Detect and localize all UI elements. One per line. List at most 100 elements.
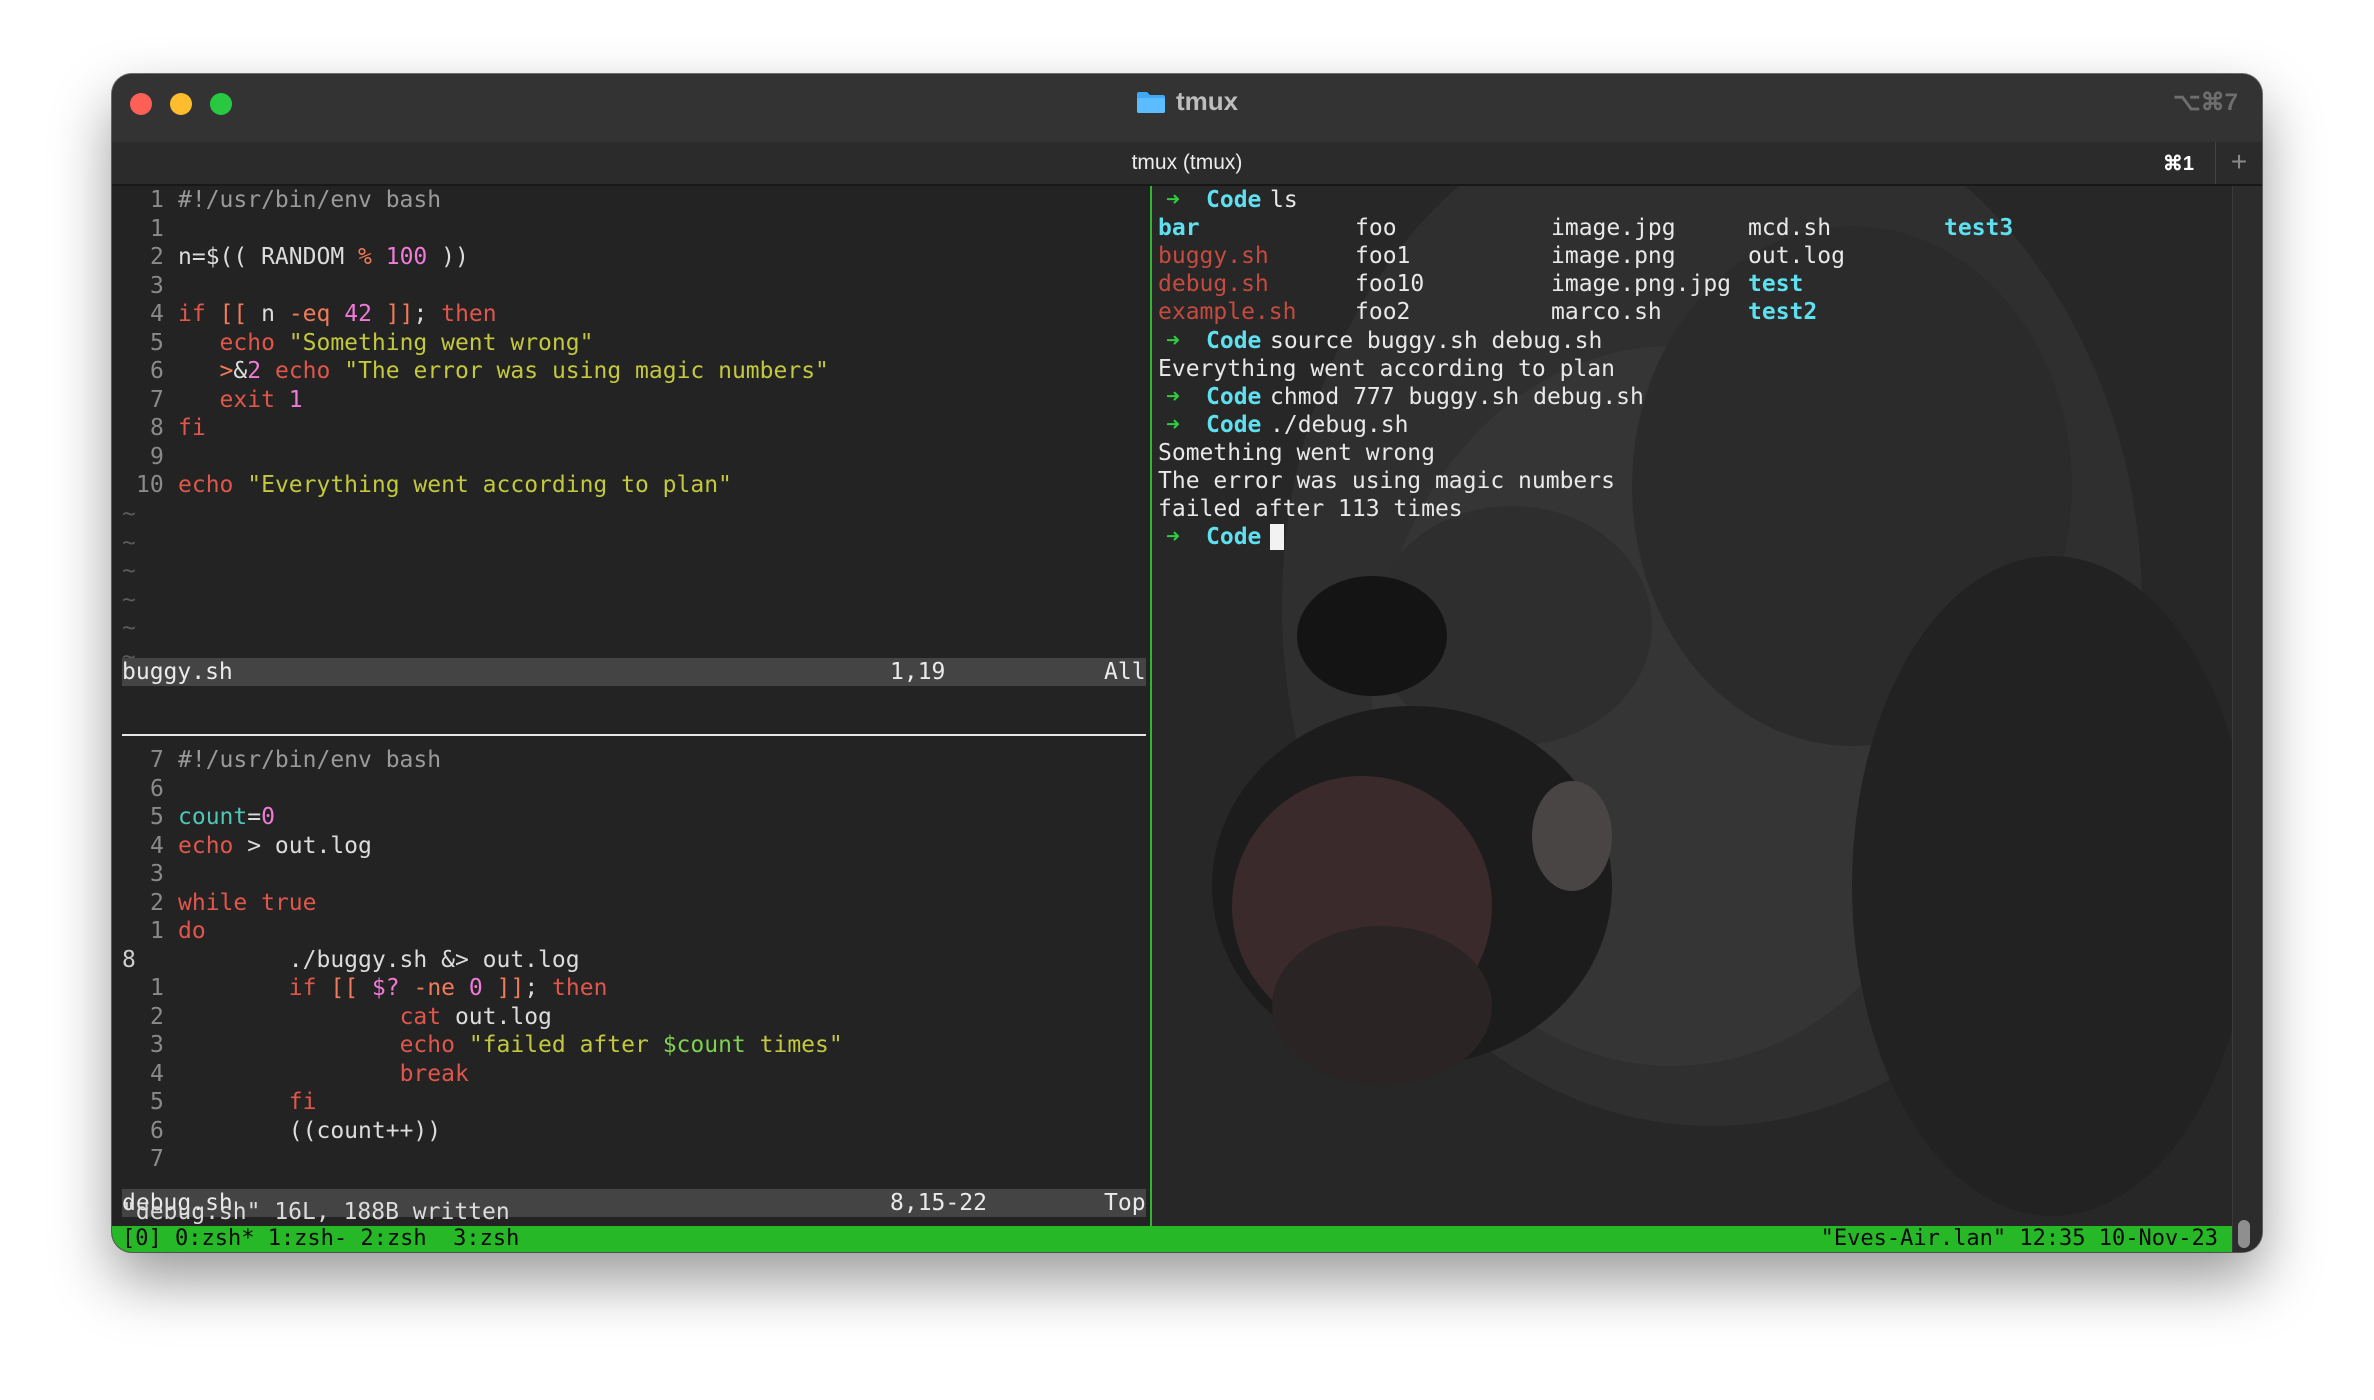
terminal-window: tmux ⌥⌘7 tmux (tmux) ⌘1 + 1 #!/usr/bin/e…: [112, 74, 2262, 1252]
ls-entry: foo: [1355, 215, 1397, 242]
title-bar: tmux ⌥⌘7: [112, 74, 2262, 142]
line-number: 2: [150, 244, 164, 270]
tmux-content[interactable]: 1 #!/usr/bin/env bash 1 2 n=$(( RANDOM % 100…: [112, 186, 2262, 1252]
line-code: if [[ n -eq 42 ]]; then: [178, 301, 497, 327]
tab-shortcut: ⌘1: [2162, 153, 2194, 175]
pane-separator-vertical[interactable]: [1150, 186, 1152, 1226]
prompt-dir: Code: [1206, 187, 1262, 213]
empty-line-tilde: ~: [122, 615, 136, 641]
ls-entry: debug.sh: [1158, 271, 1269, 298]
statusline-position: 8,15-22: [890, 1190, 987, 1216]
text-cursor: [1270, 524, 1284, 551]
ls-entry: marco.sh: [1551, 299, 1662, 326]
line-number: 4: [150, 832, 164, 859]
line-code: break: [399, 1060, 469, 1087]
line-number: 2: [150, 889, 164, 916]
line-number: 5: [150, 804, 164, 830]
line-code: fi: [288, 1089, 317, 1115]
ls-entry: test2: [1748, 299, 1818, 326]
empty-line-tilde: ~: [122, 501, 136, 527]
line-number: 1: [150, 975, 164, 1001]
prompt-arrow-icon: ➜: [1166, 524, 1180, 551]
statusline-scroll: All: [1104, 659, 1146, 685]
line-number: 8: [150, 415, 164, 441]
vim-message: "debug.sh" 16L, 188B written: [122, 1199, 510, 1225]
tmux-status-bar: [0] 0:zsh* 1:zsh- 2:zsh 3:zsh "Eves-Air.…: [112, 1226, 2232, 1252]
line-number: 3: [150, 861, 164, 887]
line-code: echo "Everything went according to plan": [178, 472, 732, 498]
line-number: 3: [150, 272, 164, 299]
tab-bar: tmux (tmux) ⌘1 +: [112, 142, 2262, 186]
ls-entry: buggy.sh: [1158, 243, 1269, 270]
ls-entry: test3: [1944, 215, 2014, 242]
ls-entry: out.log: [1748, 243, 1845, 270]
vim-statusline-buggy: buggy.sh 1,19 All: [122, 658, 1146, 686]
line-number: 7: [150, 386, 164, 413]
line-code: if [[ $? -ne 0 ]]; then: [288, 975, 608, 1001]
prompt-arrow-icon: ➜: [1166, 327, 1180, 354]
line-number: 10: [136, 472, 164, 498]
line-code: #!/usr/bin/env bash: [178, 187, 442, 213]
line-number: 7: [150, 747, 164, 773]
prompt-arrow-icon: ➜: [1166, 187, 1180, 213]
line-number: 1: [150, 918, 164, 944]
line-number: 4: [150, 301, 164, 327]
ls-entry: image.png: [1551, 243, 1676, 270]
statusline-position: 1,19: [890, 659, 946, 685]
line-code: >&2 echo "The error was using magic numb…: [219, 358, 829, 384]
tab-tmux[interactable]: tmux (tmux): [112, 151, 2262, 175]
ls-entry: mcd.sh: [1748, 215, 1832, 242]
empty-line-tilde: ~: [122, 529, 136, 556]
prompt-dir: Code: [1206, 524, 1262, 551]
line-number: 8: [122, 946, 136, 973]
statusline-file: buggy.sh: [122, 659, 233, 685]
window-title-text: tmux: [1175, 86, 1239, 116]
empty-line-tilde: ~: [122, 586, 136, 613]
tmux-host-clock: "Eves-Air.lan" 12:35 10-Nov-23: [1820, 1226, 2218, 1251]
line-code: cat out.log: [399, 1003, 552, 1030]
statusline-scroll: Top: [1104, 1190, 1146, 1216]
scrollbar-thumb[interactable]: [2238, 1220, 2250, 1248]
output-line: Something went wrong: [1158, 439, 1435, 466]
output-line: Everything went according to plan: [1158, 355, 1615, 382]
line-code: while true: [178, 889, 317, 916]
line-number: 5: [150, 1089, 164, 1115]
line-number: 6: [150, 358, 164, 384]
prompt-arrow-icon: ➜: [1166, 383, 1180, 410]
line-code: #!/usr/bin/env bash: [178, 747, 442, 773]
window-shortcut: ⌥⌘7: [2172, 89, 2238, 116]
prompt-command: ./debug.sh: [1270, 411, 1409, 438]
line-code: count=0: [178, 804, 275, 830]
line-number: 4: [150, 1060, 164, 1087]
line-code: echo > out.log: [178, 832, 372, 859]
line-number: 1: [150, 187, 164, 213]
line-code: echo "failed after $count times": [399, 1032, 843, 1058]
ls-entry: foo1: [1355, 243, 1411, 270]
output-line: failed after 113 times: [1158, 496, 1463, 523]
line-code: echo "Something went wrong": [219, 329, 594, 356]
line-number: 6: [150, 775, 164, 802]
ls-entry: foo10: [1355, 271, 1425, 298]
line-code: ./buggy.sh &> out.log: [178, 946, 580, 973]
ls-entry: bar: [1158, 215, 1200, 242]
prompt-command: source buggy.sh debug.sh: [1270, 327, 1603, 354]
window-title: tmux: [112, 86, 2262, 117]
prompt-dir: Code: [1206, 383, 1262, 410]
folder-icon: [1136, 92, 1165, 113]
line-number: 7: [150, 1146, 164, 1172]
ls-entry: image.jpg: [1551, 215, 1676, 242]
line-number: 9: [150, 443, 164, 470]
scrollbar-track[interactable]: [2232, 186, 2262, 1252]
ls-entry: example.sh: [1158, 299, 1297, 326]
ls-entry: foo2: [1355, 299, 1411, 326]
line-number: 2: [150, 1003, 164, 1030]
pane-separator-horizontal[interactable]: [122, 734, 1146, 736]
output-line: The error was using magic numbers: [1158, 468, 1615, 494]
line-number: 6: [150, 1117, 164, 1144]
ls-entry: image.png.jpg: [1551, 271, 1732, 298]
line-code: n=$(( RANDOM % 100 )): [178, 244, 469, 270]
tmux-window-list[interactable]: [0] 0:zsh* 1:zsh- 2:zsh 3:zsh: [122, 1226, 519, 1252]
line-code: exit 1: [219, 386, 303, 413]
line-code: ((count++)): [178, 1117, 442, 1144]
new-tab-button[interactable]: +: [2215, 142, 2262, 184]
